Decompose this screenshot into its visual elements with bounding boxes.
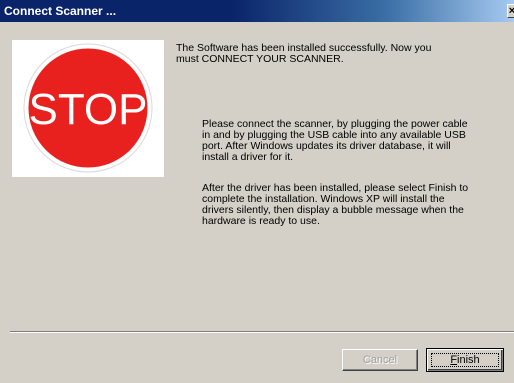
title-bar[interactable]: Connect Scanner ... × — [0, 0, 514, 22]
close-button[interactable]: × — [507, 4, 514, 18]
stop-sign-panel: STOP — [12, 40, 164, 177]
connect-instructions: Please connect the scanner, by plugging … — [202, 119, 502, 163]
finish-label-rest: inish — [457, 354, 480, 366]
finish-line: hardware is ready to use. — [202, 215, 320, 227]
finish-instructions: After the driver has been installed, ple… — [202, 183, 502, 227]
intro-line: must CONNECT YOUR SCANNER. — [176, 53, 344, 65]
connect-line: install a driver for it. — [202, 151, 294, 163]
window-title: Connect Scanner ... — [4, 4, 117, 18]
finish-button[interactable]: Finish — [426, 348, 504, 372]
cancel-button[interactable]: Cancel — [342, 349, 418, 371]
close-icon: × — [509, 5, 514, 17]
stop-sign-icon: STOP — [23, 43, 153, 173]
connect-scanner-dialog: Connect Scanner ... × STOP The Software … — [0, 0, 514, 383]
button-separator — [10, 331, 514, 333]
cancel-button-label: Cancel — [362, 354, 398, 366]
intro-message: The Software has been installed successf… — [176, 43, 476, 65]
finish-button-label: Finish — [450, 354, 479, 366]
stop-sign-text: STOP — [28, 85, 147, 134]
